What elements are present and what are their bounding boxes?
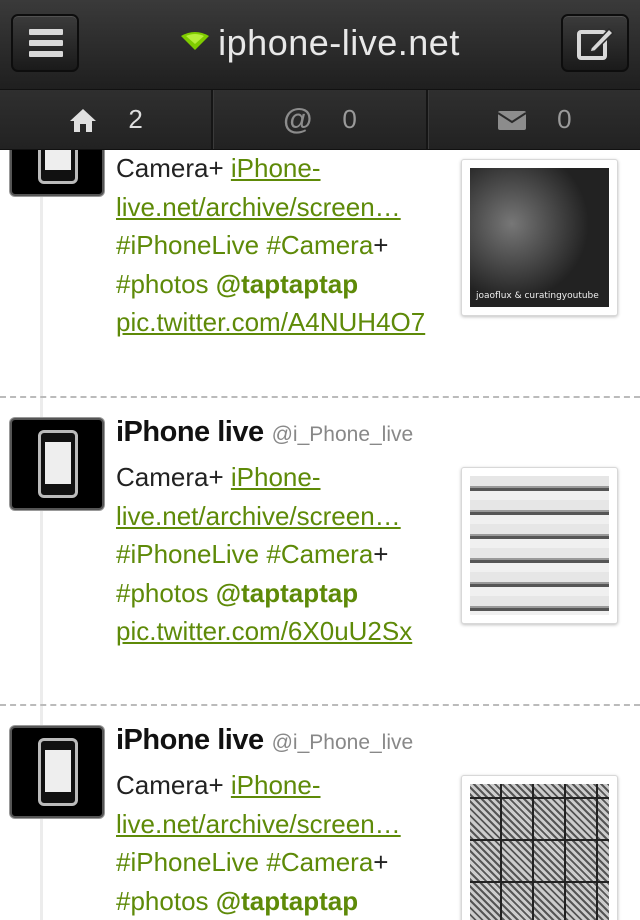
mail-icon	[497, 109, 527, 131]
tweet-photo: joaoflux & curatingyoutube	[470, 168, 609, 307]
compose-button[interactable]	[561, 14, 629, 72]
author-handle[interactable]: @i_Phone_live	[272, 423, 414, 446]
compose-icon	[577, 26, 615, 67]
photo-caption: joaoflux & curatingyoutube	[476, 291, 599, 301]
pic-link[interactable]: pic.twitter.com/6X0uU2Sx	[116, 616, 412, 646]
tweet-photo	[470, 784, 609, 920]
tweet-feed[interactable]: Camera+ iPhone-live.net/archive/screen… …	[0, 150, 640, 920]
tweet-text: Camera+ iPhone-live.net/archive/screen… …	[116, 458, 446, 651]
tab-home[interactable]: 2	[0, 90, 214, 149]
tab-messages[interactable]: 0	[427, 90, 640, 149]
mentions-count: 0	[342, 104, 357, 134]
avatar[interactable]	[10, 726, 104, 818]
hashtag-camera[interactable]: #Camera	[266, 847, 373, 877]
hashtag-photos[interactable]: #photos	[116, 886, 209, 916]
phone-icon	[38, 738, 78, 806]
tweet-text: Camera+ iPhone-live.net/archive/screen… …	[116, 766, 446, 920]
mention-taptaptap[interactable]: @taptaptap	[216, 578, 358, 608]
brand-logo-icon	[180, 19, 210, 61]
author-name[interactable]: iPhone live	[116, 416, 264, 448]
tab-bar: 2 @ 0 0	[0, 90, 640, 150]
mention-taptaptap[interactable]: @taptaptap	[216, 886, 358, 916]
tweet-text-prefix: Camera+	[116, 153, 224, 183]
hashtag-suffix: +	[373, 230, 389, 260]
tweet-author-row: iPhone live @i_Phone_live	[116, 724, 413, 757]
author-handle[interactable]: @i_Phone_live	[272, 731, 414, 754]
hashtag-suffix: +	[373, 539, 389, 569]
phone-icon	[38, 430, 78, 498]
app-header: iphone-live.net	[0, 0, 640, 90]
at-mention-icon: @	[283, 102, 313, 136]
messages-count: 0	[557, 104, 572, 134]
tweet-text: Camera+ iPhone-live.net/archive/screen… …	[116, 150, 446, 342]
hashtag-camera[interactable]: #Camera	[266, 230, 373, 260]
home-icon	[68, 107, 98, 133]
pic-link[interactable]: pic.twitter.com/A4NUH4O7	[116, 307, 425, 337]
tweet-image-thumbnail[interactable]	[461, 775, 618, 920]
tweet-text-prefix: Camera+	[116, 462, 224, 492]
hashtag-iphonelive[interactable]: #iPhoneLive	[116, 230, 259, 260]
tab-mentions[interactable]: @ 0	[213, 90, 428, 149]
tweet-image-thumbnail[interactable]	[461, 467, 618, 624]
author-name[interactable]: iPhone live	[116, 724, 264, 756]
hashtag-camera[interactable]: #Camera	[266, 539, 373, 569]
phone-icon	[38, 150, 78, 184]
home-count: 2	[128, 104, 143, 134]
hashtag-suffix: +	[373, 847, 389, 877]
tweet-author-row: iPhone live @i_Phone_live	[116, 416, 413, 449]
app-title: iphone-live.net	[218, 22, 460, 63]
tweet-divider	[0, 704, 640, 706]
header-title-area: iphone-live.net	[0, 22, 640, 64]
hashtag-iphonelive[interactable]: #iPhoneLive	[116, 539, 259, 569]
tweet-image-thumbnail[interactable]: joaoflux & curatingyoutube	[461, 159, 618, 316]
mention-taptaptap[interactable]: @taptaptap	[216, 269, 358, 299]
avatar[interactable]	[10, 418, 104, 510]
hashtag-photos[interactable]: #photos	[116, 269, 209, 299]
avatar[interactable]	[10, 150, 104, 196]
hashtag-photos[interactable]: #photos	[116, 578, 209, 608]
tweet-text-prefix: Camera+	[116, 770, 224, 800]
tweet-photo	[470, 476, 609, 615]
tweet-divider	[0, 396, 640, 398]
hashtag-iphonelive[interactable]: #iPhoneLive	[116, 847, 259, 877]
